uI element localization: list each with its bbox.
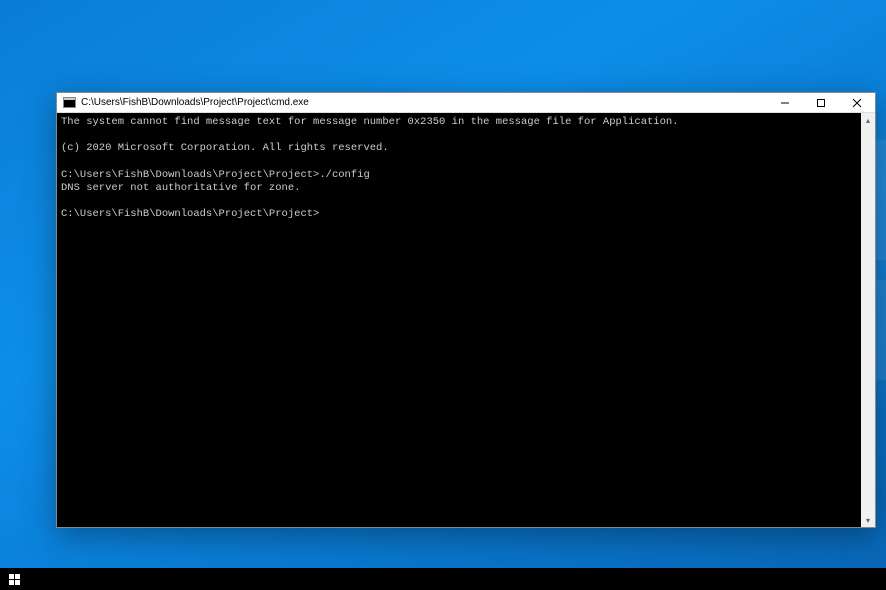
- minimize-icon: [780, 98, 790, 108]
- window-title: C:\Users\FishB\Downloads\Project\Project…: [81, 97, 767, 108]
- terminal-line: [61, 129, 857, 142]
- start-button[interactable]: [0, 568, 28, 590]
- maximize-button[interactable]: [803, 93, 839, 112]
- scroll-down-button[interactable]: ▾: [861, 513, 875, 527]
- terminal-output[interactable]: The system cannot find message text for …: [57, 113, 861, 527]
- titlebar[interactable]: C:\Users\FishB\Downloads\Project\Project…: [57, 93, 875, 113]
- cmd-icon: [61, 96, 77, 110]
- terminal-line: [61, 155, 857, 168]
- window-controls: [767, 93, 875, 112]
- close-button[interactable]: [839, 93, 875, 112]
- minimize-button[interactable]: [767, 93, 803, 112]
- terminal-line: The system cannot find message text for …: [61, 116, 857, 129]
- terminal-area: The system cannot find message text for …: [57, 113, 875, 527]
- terminal-line: C:\Users\FishB\Downloads\Project\Project…: [61, 169, 857, 182]
- close-icon: [852, 98, 862, 108]
- terminal-line: (c) 2020 Microsoft Corporation. All righ…: [61, 142, 857, 155]
- taskbar: [0, 568, 886, 590]
- windows-logo-icon: [9, 574, 20, 585]
- maximize-icon: [816, 98, 826, 108]
- terminal-line: C:\Users\FishB\Downloads\Project\Project…: [61, 208, 857, 221]
- terminal-line: DNS server not authoritative for zone.: [61, 182, 857, 195]
- cmd-window: C:\Users\FishB\Downloads\Project\Project…: [56, 92, 876, 528]
- vertical-scrollbar[interactable]: ▴ ▾: [861, 113, 875, 527]
- terminal-line: [61, 195, 857, 208]
- scroll-up-button[interactable]: ▴: [861, 113, 875, 127]
